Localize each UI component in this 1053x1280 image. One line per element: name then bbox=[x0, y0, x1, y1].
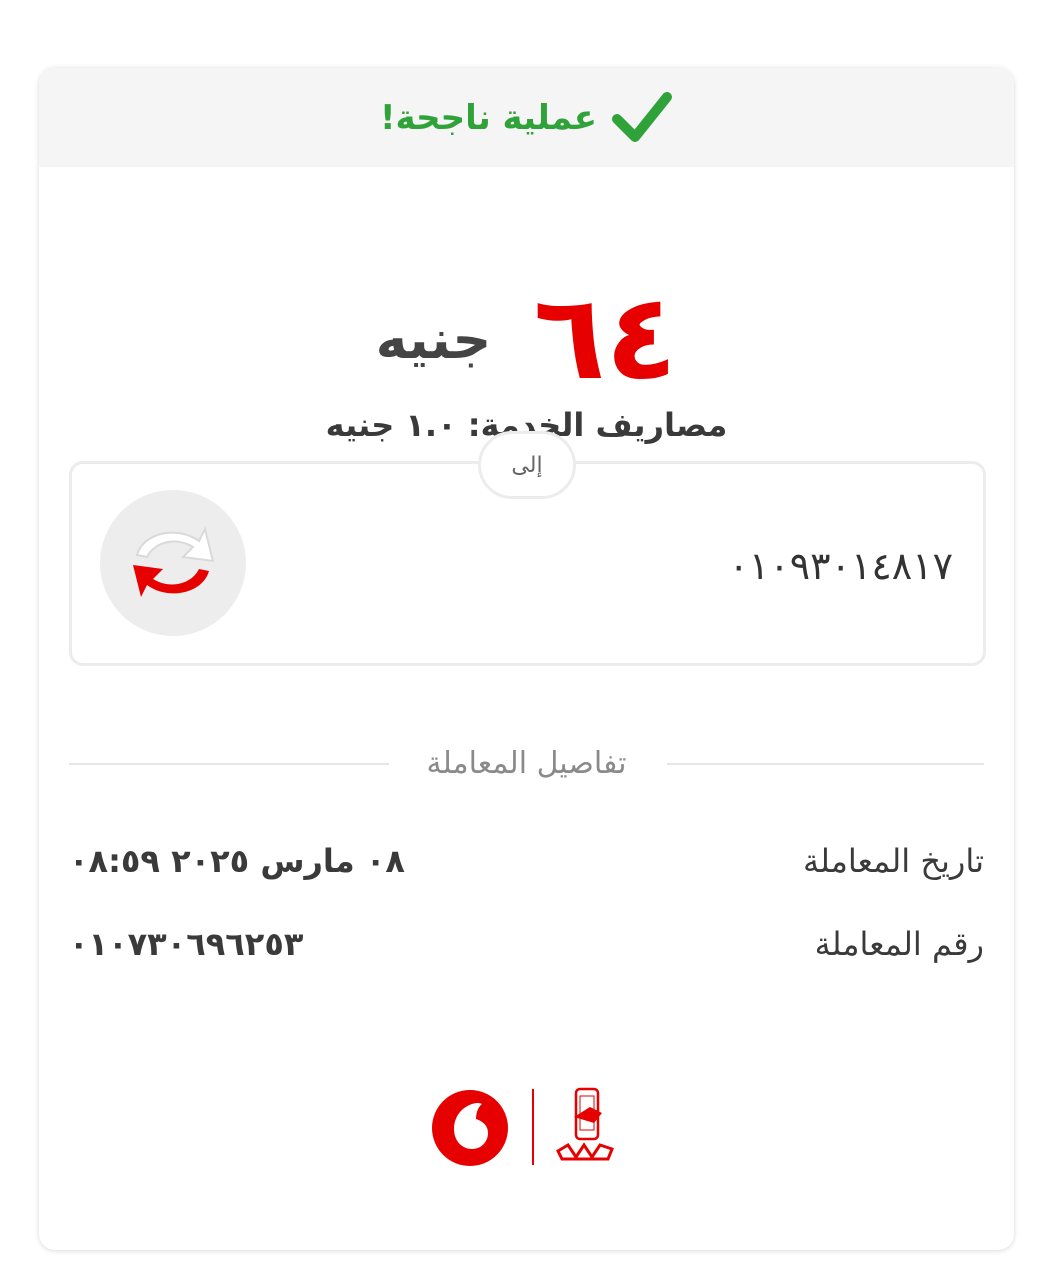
amount-value: ٦٤ bbox=[533, 268, 678, 406]
transaction-number-label: رقم المعاملة bbox=[814, 925, 984, 963]
vodafone-logo bbox=[432, 1090, 508, 1166]
transaction-details-title: تفاصيل المعاملة bbox=[426, 746, 627, 781]
amount-currency: جنيه bbox=[375, 308, 492, 371]
recipient-phone: ٠١٠٩٣٠١٤٨١٧ bbox=[728, 544, 953, 588]
transaction-date-row: تاريخ المعاملة ٠٨ مارس ٢٠٢٥ ٠٨:٥٩ bbox=[69, 836, 984, 886]
check-icon bbox=[611, 91, 672, 142]
transaction-number-row: رقم المعاملة ٠١٠٧٣٠٦٩٦٢٥٣ bbox=[69, 919, 984, 969]
success-message: عملية ناجحة! bbox=[380, 97, 597, 138]
vodafone-cash-logo bbox=[556, 1087, 614, 1161]
transaction-details-divider: تفاصيل المعاملة bbox=[69, 744, 984, 784]
transaction-number-value: ٠١٠٧٣٠٦٩٦٢٥٣ bbox=[69, 925, 304, 963]
transaction-date-value: ٠٨ مارس ٢٠٢٥ ٠٨:٥٩ bbox=[69, 842, 405, 880]
transaction-date-label: تاريخ المعاملة bbox=[802, 842, 984, 880]
amount-display: ٦٤ جنيه bbox=[39, 278, 1014, 396]
transfer-arrows-icon bbox=[100, 490, 246, 636]
to-label-pill: إلى bbox=[478, 431, 576, 499]
receipt-card: عملية ناجحة! ٦٤ جنيه مصاريف الخدمة: ١.٠ … bbox=[39, 68, 1014, 1250]
success-banner: عملية ناجحة! bbox=[39, 68, 1014, 167]
logo-divider bbox=[532, 1089, 534, 1165]
footer-logos bbox=[424, 1083, 634, 1173]
